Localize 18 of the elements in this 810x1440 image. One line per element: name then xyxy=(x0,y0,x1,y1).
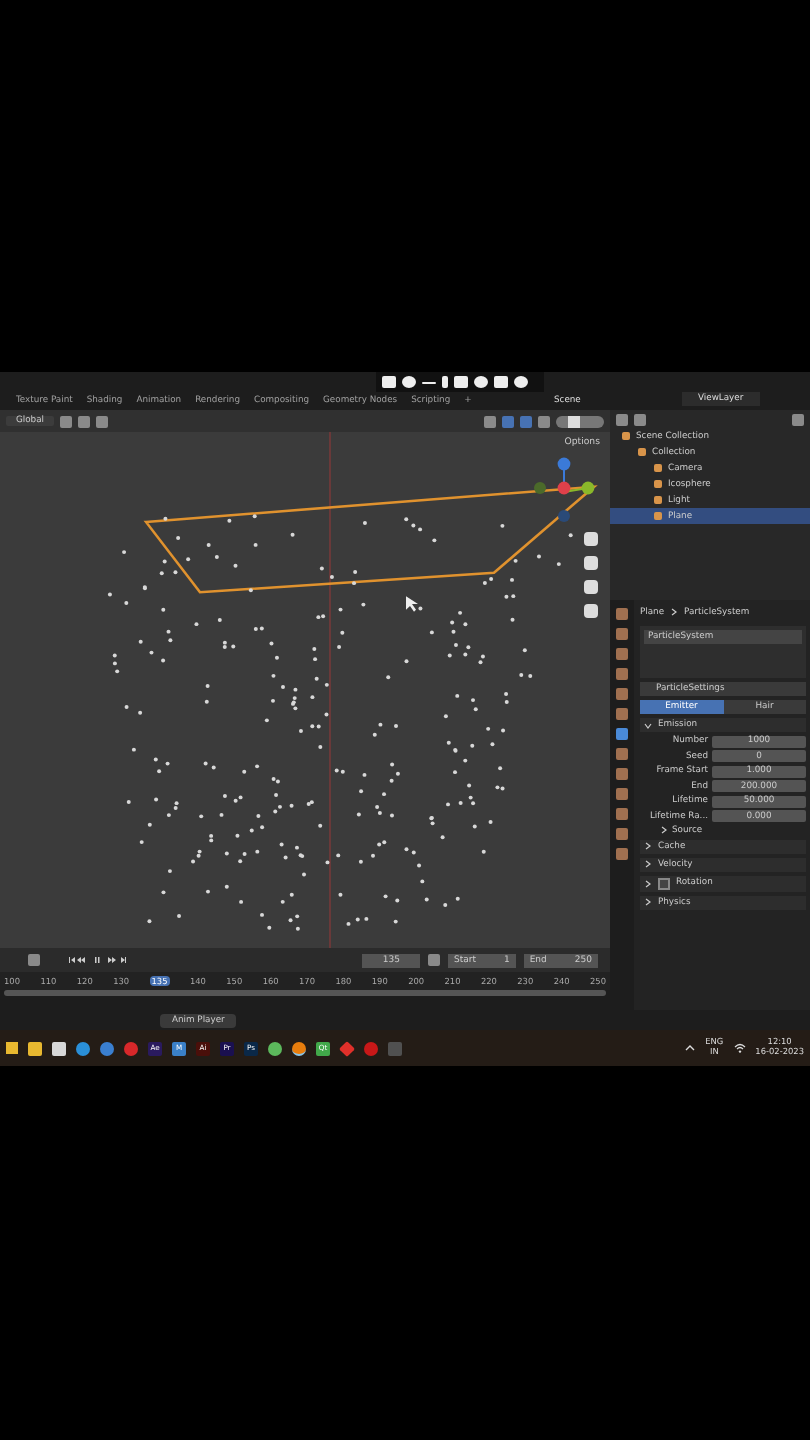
collapse-chevron-icon[interactable] xyxy=(644,721,652,729)
expand-chevron-icon[interactable] xyxy=(644,860,652,868)
tray-chevron-icon[interactable] xyxy=(683,1042,696,1054)
taskbar-app-icon[interactable] xyxy=(52,1041,66,1055)
checkbox[interactable] xyxy=(658,877,670,889)
taskbar-app-icon[interactable] xyxy=(28,1041,42,1055)
taskbar-app-icon[interactable] xyxy=(76,1041,90,1055)
shading-mode-icon[interactable] xyxy=(556,415,604,427)
cursor-icon xyxy=(406,596,418,612)
timeline-scrollbar[interactable] xyxy=(4,990,606,996)
expand-chevron-icon[interactable] xyxy=(644,898,652,906)
taskbar-app-icon[interactable] xyxy=(292,1041,306,1055)
minus-icon[interactable] xyxy=(422,381,436,383)
plane-outline[interactable] xyxy=(143,485,598,594)
taskbar-app-icon[interactable] xyxy=(268,1041,282,1055)
wifi-icon[interactable] xyxy=(733,1042,746,1054)
playback-controls[interactable] xyxy=(68,956,128,964)
expand-chevron-icon[interactable] xyxy=(644,879,652,887)
